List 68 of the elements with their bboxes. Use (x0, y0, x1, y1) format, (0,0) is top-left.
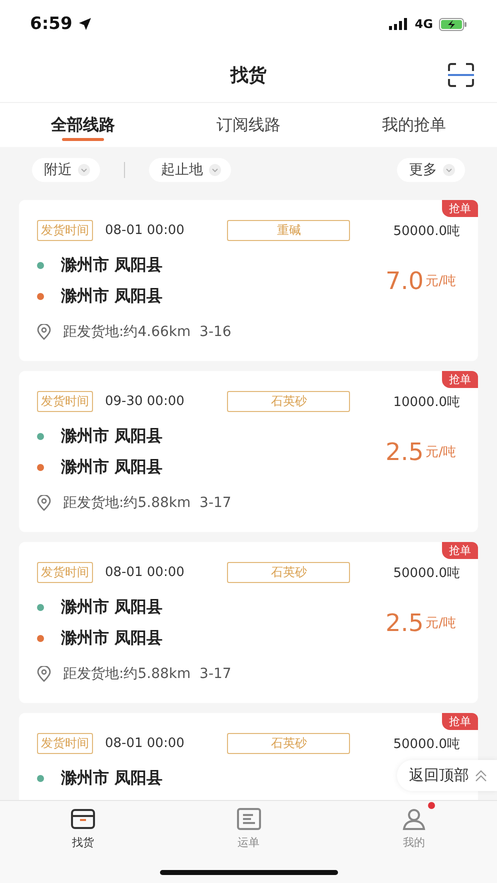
cargo-weight: 50000.0吨 (393, 564, 460, 582)
route-place: 滁州市 凤阳县 (61, 457, 163, 478)
network-type: 4G (414, 17, 433, 31)
route-place: 滁州市 凤阳县 (61, 426, 163, 447)
chevron-down-icon (209, 164, 221, 176)
filter-dropdown[interactable]: 附近 (32, 158, 100, 182)
ship-time: 08-01 00:00 (105, 565, 184, 580)
route-dot (37, 293, 44, 300)
scan-icon[interactable] (447, 63, 475, 87)
back-to-top-button[interactable]: 返回顶部 (397, 760, 497, 791)
battery-charging-icon (439, 18, 467, 30)
cargo-weight: 50000.0吨 (393, 736, 460, 752)
document-icon (236, 807, 262, 831)
cargo-weight: 50000.0吨 (393, 222, 460, 240)
cargo-weight: 10000.0吨 (393, 394, 460, 410)
route-place: 滁州市 凤阳县 (61, 768, 163, 789)
location-pin-icon (37, 666, 51, 682)
route-dot (37, 635, 44, 642)
filter-dropdown[interactable]: 起止地 (149, 158, 231, 182)
user-icon (401, 807, 428, 831)
ship-time: 09-30 00:00 (105, 394, 184, 409)
filter-dropdown[interactable]: 更多 (397, 158, 465, 182)
freight-price: 2.5 (385, 609, 424, 637)
goods-tag: 石英砂 (227, 733, 350, 754)
chevron-down-icon (78, 164, 90, 176)
route-tab[interactable]: 全部线路 (0, 103, 166, 147)
ship-time-tag: 发货时间 (37, 220, 93, 241)
price-unit: 元/吨 (426, 444, 456, 461)
route-dot (37, 775, 44, 782)
route-place: 滁州市 凤阳县 (61, 255, 163, 276)
route-dot (37, 433, 44, 440)
route-dot (37, 464, 44, 471)
grab-order-badge: 抢单 (442, 371, 478, 388)
box-icon (70, 807, 96, 831)
double-chevron-up-icon (475, 770, 487, 782)
location-pin-icon (37, 324, 51, 340)
goods-tag: 石英砂 (227, 562, 350, 583)
price-unit: 元/吨 (426, 273, 456, 290)
grab-order-badge: 抢单 (442, 542, 478, 559)
location-arrow-icon (78, 17, 92, 31)
route-place: 滁州市 凤阳县 (61, 597, 163, 618)
grab-order-badge: 抢单 (442, 713, 478, 730)
distance-text: 距发货地:约5.88km 3-17 (63, 665, 232, 683)
distance-text: 距发货地:约5.88km 3-17 (63, 494, 232, 512)
location-pin-icon (37, 495, 51, 511)
freight-price: 2.5 (385, 438, 424, 466)
grab-order-badge: 抢单 (442, 200, 478, 217)
chevron-down-icon (443, 164, 455, 176)
ship-time: 08-01 00:00 (105, 736, 184, 751)
price-unit: 元/吨 (426, 615, 456, 632)
route-dot (37, 604, 44, 611)
distance-text: 距发货地:约4.66km 3-16 (63, 323, 232, 341)
bottom-nav-item[interactable]: 找货 (0, 801, 166, 883)
ship-time-tag: 发货时间 (37, 562, 93, 583)
status-time: 6:59 (30, 14, 72, 34)
freight-price: 7.0 (385, 267, 424, 295)
ship-time-tag: 发货时间 (37, 391, 93, 412)
ship-time: 08-01 00:00 (105, 223, 184, 238)
route-tab[interactable]: 我的抢单 (331, 103, 497, 147)
route-tab[interactable]: 订阅线路 (166, 103, 332, 147)
route-dot (37, 262, 44, 269)
goods-tag: 石英砂 (227, 391, 350, 412)
signal-icon (388, 18, 409, 30)
goods-tag: 重碱 (227, 220, 350, 241)
ship-time-tag: 发货时间 (37, 733, 93, 754)
route-place: 滁州市 凤阳县 (61, 628, 163, 649)
route-place: 滁州市 凤阳县 (61, 286, 163, 307)
page-title: 找货 (230, 64, 266, 87)
